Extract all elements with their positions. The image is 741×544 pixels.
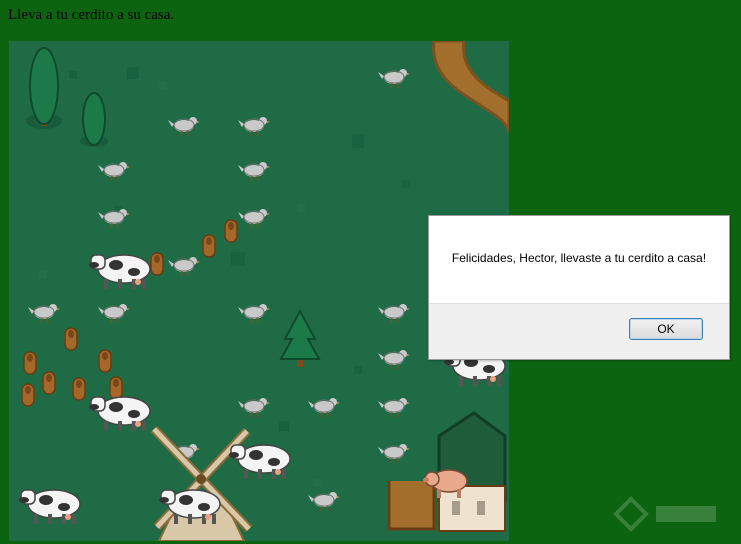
dialog-message: Felicidades, Hector, llevaste a tu cerdi… xyxy=(451,251,707,265)
ok-button[interactable]: OK xyxy=(629,318,703,340)
watermark-logo xyxy=(611,494,721,538)
dialog-footer: OK xyxy=(429,303,729,359)
alert-dialog: Felicidades, Hector, llevaste a tu cerdi… xyxy=(428,215,730,360)
instructions-text: Lleva a tu cerdito a su casa. xyxy=(8,7,175,23)
